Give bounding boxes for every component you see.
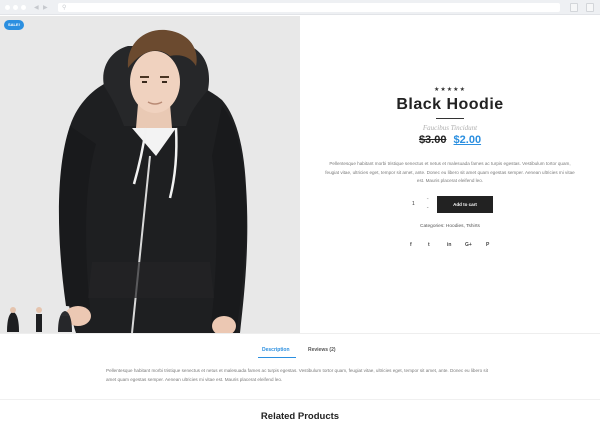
add-to-cart-button[interactable]: Add to cart	[437, 196, 493, 213]
tab-description[interactable]: Description	[262, 347, 290, 353]
quantity-stepper[interactable]: 1 ⌃ ⌄	[404, 196, 434, 212]
pinterest-icon[interactable]: P	[486, 242, 489, 248]
facebook-icon[interactable]: f	[410, 242, 412, 248]
share-icon[interactable]	[570, 3, 578, 12]
product-price: $3.00 $2.00	[300, 134, 600, 146]
share-links: f t in G+ P	[405, 242, 497, 250]
google-plus-icon[interactable]: G+	[465, 242, 472, 248]
window-dot[interactable]	[21, 5, 26, 10]
short-description: Pellentesque habitant morbi tristique se…	[325, 161, 575, 183]
sale-badge: SALE!	[4, 20, 24, 30]
thumbnail-image[interactable]	[30, 306, 48, 332]
product-image[interactable]	[0, 16, 300, 333]
chevron-up-icon[interactable]: ⌃	[426, 197, 429, 202]
chevron-down-icon[interactable]: ⌄	[426, 204, 429, 209]
rating-stars[interactable]: ★★★★★	[300, 86, 600, 93]
product-title: Black Hoodie	[396, 96, 504, 113]
linkedin-icon[interactable]: in	[447, 242, 451, 248]
quantity-value[interactable]: 1	[412, 201, 415, 207]
window-dot[interactable]	[5, 5, 10, 10]
related-products-heading: Related Products	[260, 411, 340, 422]
description-panel: Pellentesque habitant morbi tristique se…	[106, 368, 488, 382]
title-divider	[436, 118, 464, 119]
twitter-icon[interactable]: t	[428, 242, 430, 248]
old-price: $3.00	[418, 134, 447, 146]
back-icon[interactable]: ◀	[34, 4, 39, 11]
window-dot[interactable]	[13, 5, 18, 10]
thumbnail-image[interactable]	[56, 306, 74, 332]
product-image-panel: SALE!	[0, 16, 300, 333]
tabs-icon[interactable]	[586, 3, 594, 12]
section-divider	[0, 399, 600, 400]
active-tab-indicator	[258, 357, 296, 358]
browser-chrome: ◀ ▶ ⚲	[0, 0, 600, 15]
tab-reviews[interactable]: Reviews (2)	[308, 347, 336, 353]
thumbnail-image[interactable]	[4, 306, 22, 332]
tabs-divider	[0, 333, 600, 334]
address-bar[interactable]: ⚲	[58, 3, 560, 12]
search-icon: ⚲	[62, 4, 67, 11]
sale-price: $2.00	[453, 134, 482, 146]
product-categories[interactable]: Categories: Hoodies, Tshirts	[300, 224, 600, 229]
forward-icon[interactable]: ▶	[43, 4, 48, 11]
product-brand: Faucibus Tincidunt	[422, 124, 478, 132]
